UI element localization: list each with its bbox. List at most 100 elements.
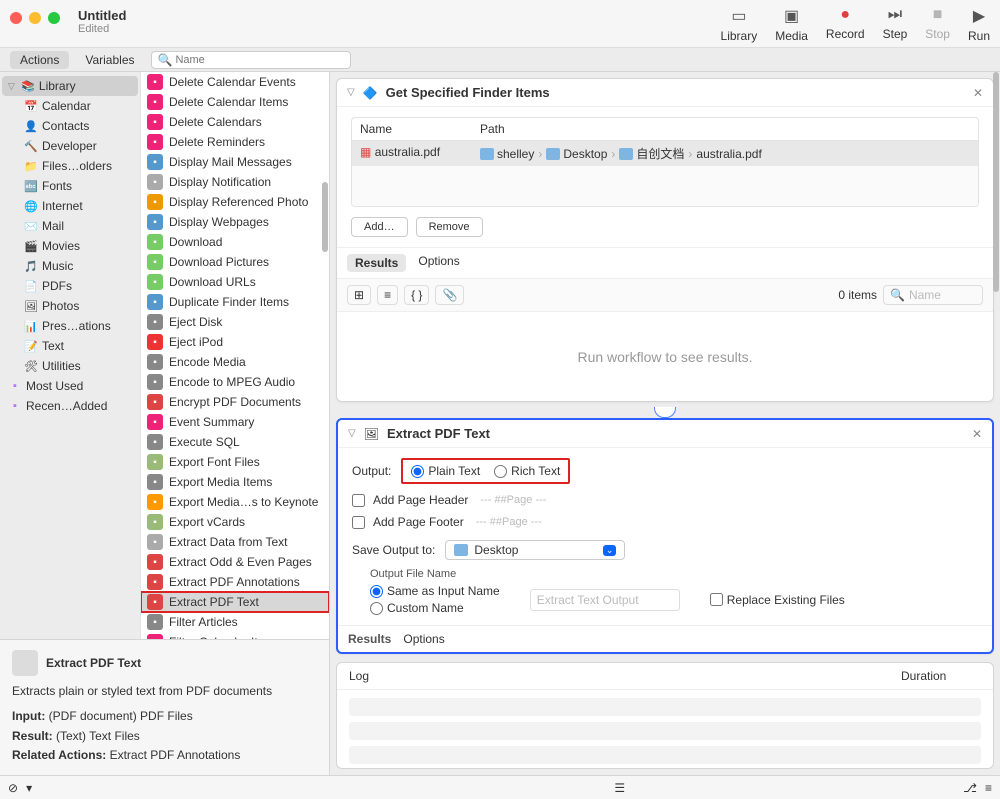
view-code-button[interactable]: { } — [404, 285, 429, 305]
disclosure-icon[interactable]: ▽ — [8, 81, 15, 92]
checkbox-page-footer[interactable] — [352, 516, 365, 529]
stop-icon[interactable]: ⊘ — [8, 781, 18, 795]
toggle-icon[interactable]: ▾ — [26, 781, 32, 795]
flow-icon[interactable]: ⎇ — [963, 781, 977, 795]
sidebar-item[interactable]: 📄PDFs — [2, 276, 138, 296]
action-item[interactable]: ▪Download Pictures — [141, 252, 329, 272]
view-list-button[interactable]: ≡ — [377, 285, 398, 305]
scrollbar-thumb[interactable] — [993, 72, 999, 292]
checkbox-page-header[interactable] — [352, 494, 365, 507]
minimize-window[interactable] — [29, 12, 41, 24]
sidebar-library-root[interactable]: ▽ 📚 Library — [2, 76, 138, 96]
sidebar-item[interactable]: 📅Calendar — [2, 96, 138, 116]
action-item[interactable]: ▪Export Media Items — [141, 472, 329, 492]
checkbox-replace-existing[interactable]: Replace Existing Files — [710, 593, 845, 607]
action-item[interactable]: ▪Extract PDF Text — [141, 592, 329, 612]
sidebar-item[interactable]: ✉️Mail — [2, 216, 138, 236]
remove-button[interactable]: Remove — [416, 217, 483, 237]
action-item[interactable]: ▪Export Media…s to Keynote — [141, 492, 329, 512]
sidebar-item[interactable]: 🖼Photos — [2, 296, 138, 316]
sidebar-item[interactable]: 👤Contacts — [2, 116, 138, 136]
tab-options[interactable]: Options — [403, 632, 444, 646]
category-icon: 🎵 — [24, 259, 38, 273]
toolbar-library[interactable]: ▭Library — [721, 6, 758, 43]
sidebar-item[interactable]: 🛠Utilities — [2, 356, 138, 376]
action-item[interactable]: ▪Delete Reminders — [141, 132, 329, 152]
action-item[interactable]: ▪Encrypt PDF Documents — [141, 392, 329, 412]
action-item[interactable]: ▪Delete Calendar Items — [141, 92, 329, 112]
page-footer-input[interactable]: --- ##Page --- — [472, 514, 772, 530]
search-field[interactable]: 🔍 — [151, 51, 351, 69]
close-icon[interactable]: ✕ — [973, 86, 983, 100]
action-item[interactable]: ▪Download URLs — [141, 272, 329, 292]
log-icon[interactable]: ≡ — [985, 781, 992, 795]
tab-results[interactable]: Results — [347, 254, 406, 272]
sidebar-most-used[interactable]: ▪Most Used — [2, 376, 138, 396]
action-item[interactable]: ▪Delete Calendar Events — [141, 72, 329, 92]
toolbar-media[interactable]: ▣Media — [775, 6, 808, 43]
action-item[interactable]: ▪Encode to MPEG Audio — [141, 372, 329, 392]
tab-variables[interactable]: Variables — [75, 51, 144, 69]
sidebar-item[interactable]: 🌐Internet — [2, 196, 138, 216]
save-destination-select[interactable]: Desktop⌄ — [445, 540, 625, 560]
view-attach-button[interactable]: 📎 — [435, 285, 464, 305]
page-header-input[interactable]: --- ##Page --- — [476, 492, 776, 508]
toolbar-run[interactable]: ▶Run — [968, 6, 990, 43]
action-item[interactable]: ▪Download — [141, 232, 329, 252]
view-icons-button[interactable]: ⊞ — [347, 285, 371, 305]
tab-results[interactable]: Results — [348, 632, 391, 646]
action-item[interactable]: ▪Eject iPod — [141, 332, 329, 352]
step-tabs: Results Options — [337, 247, 993, 278]
action-item[interactable]: ▪Duplicate Finder Items — [141, 292, 329, 312]
radio-plain-text[interactable]: Plain Text — [411, 464, 480, 478]
add-button[interactable]: Add… — [351, 217, 408, 237]
radio-custom-name[interactable]: Custom Name — [370, 601, 500, 615]
action-item[interactable]: ▪Eject Disk — [141, 312, 329, 332]
toolbar-stop[interactable]: ■Stop — [925, 6, 950, 43]
action-item[interactable]: ▪Encode Media — [141, 352, 329, 372]
action-item[interactable]: ▪Event Summary — [141, 412, 329, 432]
table-row[interactable]: ▦ australia.pdf shelley›Desktop›自创文档›aus… — [352, 141, 978, 166]
action-icon: ▪ — [147, 314, 163, 330]
results-empty: Run workflow to see results. — [337, 311, 993, 401]
search-input[interactable] — [175, 54, 343, 66]
action-icon: ▪ — [147, 554, 163, 570]
toolbar-step[interactable]: ⏭Step — [883, 6, 908, 43]
output-radio-group: Plain Text Rich Text — [401, 458, 570, 484]
action-item[interactable]: ▪Export vCards — [141, 512, 329, 532]
action-item[interactable]: ▪Execute SQL — [141, 432, 329, 452]
sidebar-item[interactable]: 📝Text — [2, 336, 138, 356]
sidebar-item[interactable]: 🎵Music — [2, 256, 138, 276]
radio-same-name[interactable]: Same as Input Name — [370, 584, 500, 598]
sidebar-item[interactable]: 📊Pres…ations — [2, 316, 138, 336]
chevron-down-icon[interactable]: ▽ — [347, 87, 355, 98]
sidebar-item[interactable]: 🔨Developer — [2, 136, 138, 156]
action-item[interactable]: ▪Filter Articles — [141, 612, 329, 632]
tab-options[interactable]: Options — [418, 254, 459, 272]
action-item[interactable]: ▪Display Webpages — [141, 212, 329, 232]
sidebar-recently-added[interactable]: ▪Recen…Added — [2, 396, 138, 416]
action-item[interactable]: ▪Filter Calendar Items — [141, 632, 329, 639]
action-item[interactable]: ▪Display Notification — [141, 172, 329, 192]
scrollbar-thumb[interactable] — [322, 182, 328, 252]
list-icon[interactable]: ☰ — [614, 781, 625, 795]
zoom-window[interactable] — [48, 12, 60, 24]
action-item[interactable]: ▪Display Mail Messages — [141, 152, 329, 172]
action-item[interactable]: ▪Export Font Files — [141, 452, 329, 472]
action-item[interactable]: ▪Extract Data from Text — [141, 532, 329, 552]
toolbar-record[interactable]: ●Record — [826, 6, 865, 43]
sidebar-item[interactable]: 📁Files…olders — [2, 156, 138, 176]
close-icon[interactable]: ✕ — [972, 427, 982, 441]
action-item[interactable]: ▪Extract Odd & Even Pages — [141, 552, 329, 572]
custom-name-input[interactable]: Extract Text Output — [530, 589, 680, 611]
chevron-down-icon[interactable]: ▽ — [348, 428, 356, 439]
action-item[interactable]: ▪Extract PDF Annotations — [141, 572, 329, 592]
action-item[interactable]: ▪Delete Calendars — [141, 112, 329, 132]
close-window[interactable] — [10, 12, 22, 24]
tab-actions[interactable]: Actions — [10, 51, 69, 69]
sidebar-item[interactable]: 🎬Movies — [2, 236, 138, 256]
window-subtitle: Edited — [78, 23, 126, 35]
radio-rich-text[interactable]: Rich Text — [494, 464, 560, 478]
sidebar-item[interactable]: 🔤Fonts — [2, 176, 138, 196]
action-item[interactable]: ▪Display Referenced Photo — [141, 192, 329, 212]
